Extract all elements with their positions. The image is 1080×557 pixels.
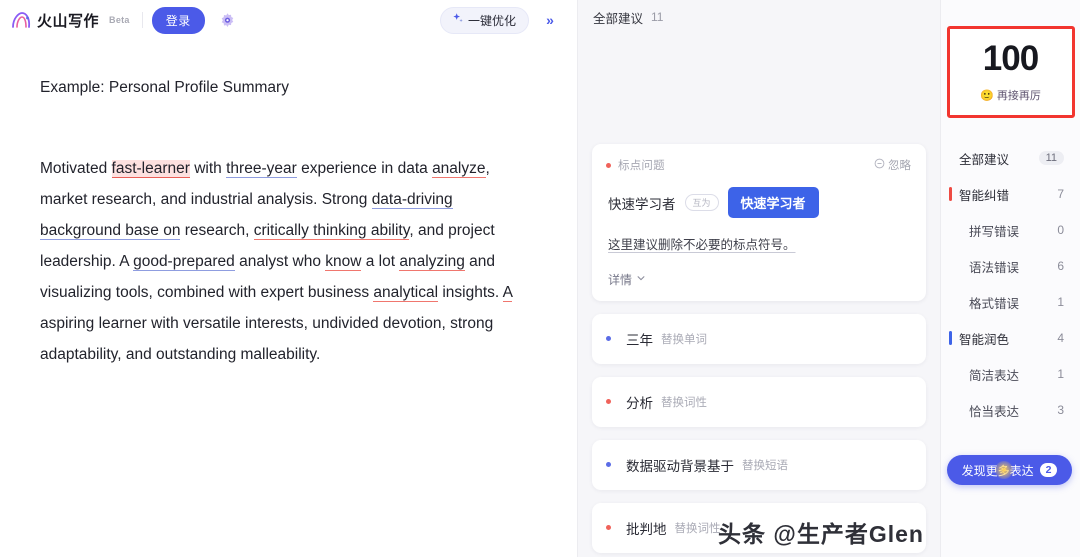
suggestions-header-label: 全部建议 bbox=[593, 11, 644, 26]
minus-circle-icon bbox=[874, 158, 885, 172]
inline-suggestion-mark[interactable]: good-prepared bbox=[133, 252, 235, 271]
stat-item-count: 11 bbox=[1038, 151, 1064, 165]
inline-suggestion-mark[interactable]: fast-learner bbox=[111, 159, 190, 178]
document-body[interactable]: Example: Personal Profile Summary Motiva… bbox=[0, 40, 577, 557]
app-root: 火山写作 Beta 登录 一键优化 » Example: Personal Pr… bbox=[0, 0, 1080, 557]
inline-suggestion-mark[interactable]: know bbox=[325, 252, 362, 271]
suggestion-type-dot bbox=[606, 462, 611, 468]
inline-suggestion-mark[interactable]: analytical bbox=[373, 283, 439, 302]
replace-arrow-icon: 互为 bbox=[684, 194, 719, 211]
stat-item-count: 7 bbox=[1057, 187, 1064, 201]
beta-badge: Beta bbox=[109, 15, 130, 25]
arrow-pill-label: 互为 bbox=[692, 198, 711, 208]
stat-item-label: 全部建议 bbox=[959, 152, 1010, 167]
stat-item-count: 1 bbox=[1057, 367, 1064, 381]
optimize-label: 一键优化 bbox=[467, 13, 516, 28]
chevron-double-right-icon[interactable]: » bbox=[537, 7, 563, 33]
original-text: 快速学习者 bbox=[608, 196, 676, 212]
stat-item-全部建议[interactable]: 全部建议 11 bbox=[941, 140, 1080, 176]
stat-item-语法错误[interactable]: 语法错误 6 bbox=[941, 248, 1080, 284]
stat-item-智能润色[interactable]: 智能润色 4 bbox=[941, 320, 1080, 356]
details-toggle[interactable]: 详情 bbox=[606, 271, 911, 288]
suggestions-list[interactable]: 标点问题 忽略 快速学习者 互为 快速学习者 这里建议删除不必要的标点符号。 详… bbox=[578, 34, 940, 557]
stat-item-简洁表达[interactable]: 简洁表达 1 bbox=[941, 356, 1080, 392]
toolbar-divider bbox=[141, 12, 143, 28]
suggestion-row-kind: 替换单词 bbox=[661, 333, 707, 346]
ignore-button[interactable]: 忽略 bbox=[874, 157, 911, 173]
suggestion-card-header: 标点问题 忽略 bbox=[606, 157, 911, 173]
suggestions-header-count: 11 bbox=[651, 10, 664, 24]
suggestion-type-dot bbox=[606, 399, 611, 405]
stat-item-count: 4 bbox=[1057, 331, 1064, 345]
stat-item-智能纠错[interactable]: 智能纠错 7 bbox=[941, 176, 1080, 212]
discover-more-badge: 2 bbox=[1039, 463, 1058, 477]
suggestion-description: 这里建议删除不必要的标点符号。 bbox=[608, 238, 796, 252]
stat-item-count: 6 bbox=[1057, 259, 1064, 273]
stat-category-bar bbox=[949, 331, 952, 345]
document-title: Example: Personal Profile Summary bbox=[40, 79, 289, 96]
suggestion-row-word: 批判地 bbox=[626, 521, 667, 537]
suggestion-row-kind: 替换词性 bbox=[661, 396, 707, 409]
gear-icon[interactable] bbox=[215, 7, 241, 33]
stat-item-label: 格式错误 bbox=[969, 296, 1020, 311]
suggestions-pane: 全部建议 11 标点问题 忽略 快速学习者 互为 快速学习者 这里建议删除不必要… bbox=[578, 0, 941, 557]
suggestion-row-kind: 替换词性 bbox=[674, 522, 721, 535]
score-caption: 再接再厉 bbox=[996, 90, 1041, 102]
inline-suggestion-mark[interactable]: three-year bbox=[226, 159, 297, 178]
stat-item-label: 恰当表达 bbox=[969, 404, 1020, 419]
suggestion-row[interactable]: 数据驱动背景基于 替换短语 bbox=[592, 439, 926, 490]
discover-glow-icon bbox=[995, 461, 1013, 479]
stat-item-格式错误[interactable]: 格式错误 1 bbox=[941, 284, 1080, 320]
suggestion-type-dot bbox=[606, 162, 611, 168]
suggestion-row-word: 分析 bbox=[626, 395, 653, 411]
login-button[interactable]: 登录 bbox=[151, 6, 205, 34]
suggestion-card-expanded[interactable]: 标点问题 忽略 快速学习者 互为 快速学习者 这里建议删除不必要的标点符号。 详… bbox=[592, 144, 926, 301]
apply-fix-chip[interactable]: 快速学习者 bbox=[727, 187, 819, 218]
stat-item-label: 智能润色 bbox=[959, 332, 1010, 347]
stat-item-label: 语法错误 bbox=[969, 260, 1020, 275]
discover-more-button[interactable]: 发现更多表达 2 bbox=[947, 455, 1072, 485]
stats-list: 全部建议 11 智能纠错 7 拼写错误 0 语法错误 6 格式错误 1 智能润色 4 简洁表达 1 恰当表达… bbox=[941, 140, 1080, 428]
score-caption-row: 🙂 再接再厉 bbox=[980, 87, 1041, 103]
chevron-down-icon bbox=[636, 272, 646, 286]
smiley-icon: 🙂 bbox=[980, 89, 994, 102]
suggestion-row[interactable]: 分析 替换词性 bbox=[592, 376, 926, 427]
stats-pane: 100 🙂 再接再厉 全部建议 11 智能纠错 7 拼写错误 0 语法错误 6 格式错误 1 智能润… bbox=[941, 0, 1080, 557]
suggestion-row-word: 三年 bbox=[626, 332, 653, 348]
suggestion-row-word: 数据驱动背景基于 bbox=[626, 458, 734, 474]
details-label: 详情 bbox=[608, 272, 633, 287]
score-value: 100 bbox=[978, 39, 1043, 80]
suggestion-type-dot bbox=[606, 336, 611, 342]
stat-item-label: 简洁表达 bbox=[969, 368, 1020, 383]
editor-pane: 火山写作 Beta 登录 一键优化 » Example: Personal Pr… bbox=[0, 0, 578, 557]
score-card: 100 🙂 再接再厉 bbox=[946, 26, 1075, 118]
inline-suggestion-mark[interactable]: analyze bbox=[432, 159, 486, 178]
stat-item-count: 1 bbox=[1057, 295, 1064, 309]
inline-suggestion-mark[interactable]: analyzing bbox=[399, 252, 465, 271]
one-click-optimize-button[interactable]: 一键优化 bbox=[439, 6, 529, 34]
document-paragraph: Motivated fast-learner with three-year e… bbox=[40, 159, 513, 363]
editor-toolbar: 火山写作 Beta 登录 一键优化 » bbox=[0, 0, 577, 40]
stat-item-count: 0 bbox=[1057, 223, 1064, 237]
suggestion-correction: 快速学习者 互为 快速学习者 bbox=[606, 187, 911, 218]
sparkle-icon bbox=[451, 12, 464, 28]
stat-item-label: 拼写错误 bbox=[969, 224, 1020, 239]
stat-item-count: 3 bbox=[1057, 403, 1064, 417]
inline-suggestion-mark[interactable]: A bbox=[502, 283, 513, 302]
inline-suggestion-mark[interactable]: critically thinking ability bbox=[253, 221, 410, 240]
suggestion-row[interactable]: 三年 替换单词 bbox=[592, 313, 926, 364]
volcano-logo-icon bbox=[10, 10, 32, 30]
brand-name: 火山写作 bbox=[37, 12, 100, 30]
stat-item-恰当表达[interactable]: 恰当表达 3 bbox=[941, 392, 1080, 428]
watermark: 头条 @生产者Glen bbox=[718, 521, 924, 547]
stat-category-bar bbox=[949, 187, 952, 201]
stat-item-label: 智能纠错 bbox=[959, 188, 1010, 203]
suggestion-type-label: 标点问题 bbox=[618, 160, 665, 172]
stat-item-拼写错误[interactable]: 拼写错误 0 bbox=[941, 212, 1080, 248]
suggestion-type-dot bbox=[606, 525, 611, 531]
suggestion-row-kind: 替换短语 bbox=[742, 459, 788, 472]
ignore-label: 忽略 bbox=[888, 160, 911, 172]
suggestions-header: 全部建议 11 bbox=[578, 0, 940, 34]
brand: 火山写作 Beta bbox=[10, 10, 133, 31]
